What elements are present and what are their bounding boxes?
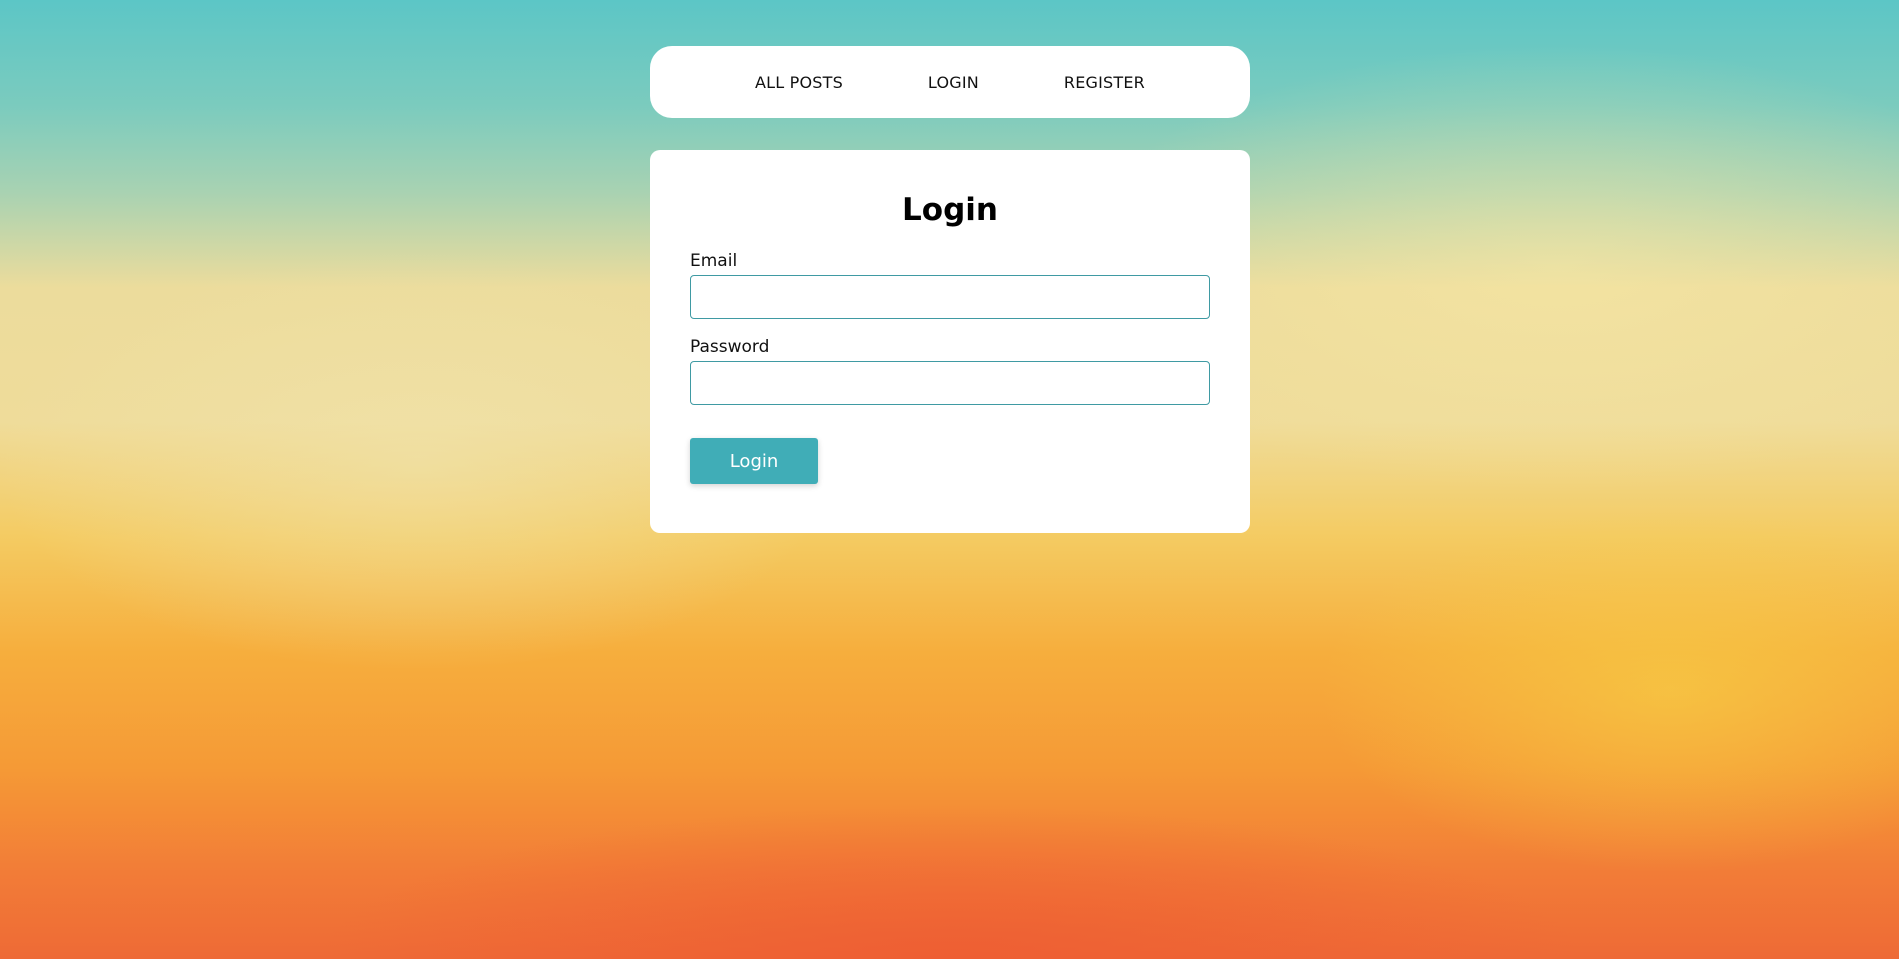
login-button[interactable]: Login [690,438,818,485]
nav-link-all-posts[interactable]: ALL POSTS [755,73,843,92]
password-field[interactable] [690,361,1210,406]
email-field[interactable] [690,275,1210,320]
nav-link-login[interactable]: LOGIN [928,73,979,92]
top-navigation: ALL POSTS LOGIN REGISTER [650,46,1250,118]
page-background: { "nav": { "items": [ {"label": "ALL POS… [0,0,1899,959]
password-label: Password [690,337,770,358]
login-card: Login Email Password Login [650,150,1250,533]
nav-link-register[interactable]: REGISTER [1064,73,1145,92]
email-label: Email [690,251,738,272]
page-title: Login [902,192,998,228]
